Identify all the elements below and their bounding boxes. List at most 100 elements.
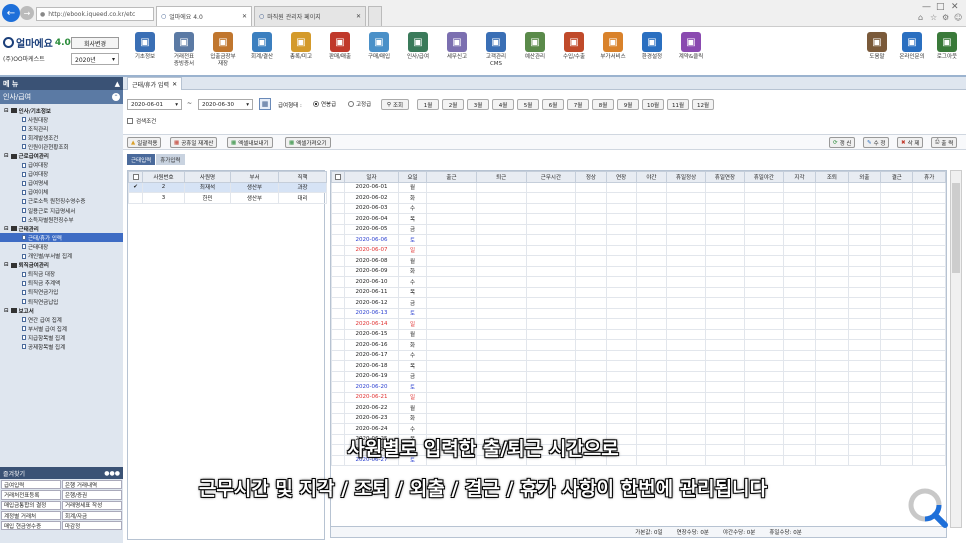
time-cell[interactable] <box>912 297 946 309</box>
time-cell[interactable] <box>880 286 914 298</box>
row-checkbox[interactable] <box>331 181 345 193</box>
time-cell[interactable] <box>475 265 527 277</box>
time-cell[interactable] <box>912 370 946 382</box>
time-cell[interactable] <box>575 433 607 445</box>
time-cell[interactable] <box>743 223 784 235</box>
checkbox-icon[interactable] <box>334 173 341 180</box>
scrollbar-thumb[interactable] <box>952 183 960 273</box>
toolbar-button-12[interactable]: ▣ 부가서비스 <box>594 32 632 74</box>
time-cell[interactable] <box>426 244 477 256</box>
month-button-4[interactable]: 4월 <box>492 99 514 110</box>
time-cell[interactable] <box>815 391 849 403</box>
time-cell[interactable] <box>426 391 477 403</box>
time-cell[interactable] <box>880 412 914 424</box>
forward-icon[interactable]: → <box>20 6 34 20</box>
time-cell[interactable] <box>426 423 477 435</box>
time-cell[interactable] <box>635 223 668 235</box>
time-cell[interactable] <box>525 381 577 393</box>
table-row[interactable]: 3 한민 생산부 대리 <box>128 192 327 204</box>
time-cell[interactable] <box>704 265 745 277</box>
time-cell[interactable] <box>635 202 668 214</box>
time-cell[interactable] <box>475 286 527 298</box>
time-cell[interactable] <box>782 234 817 246</box>
time-cell[interactable] <box>525 412 577 424</box>
time-cell[interactable] <box>475 412 527 424</box>
time-cell[interactable] <box>815 412 849 424</box>
time-cell[interactable] <box>426 360 477 372</box>
time-cell[interactable] <box>635 192 668 204</box>
time-cell[interactable] <box>847 276 882 288</box>
favorites-controls-icon[interactable]: ●●● <box>104 470 120 477</box>
column-header[interactable]: 휴일야간 <box>743 171 784 183</box>
menu-item[interactable]: 조직관리 <box>0 124 123 133</box>
row-checkbox[interactable] <box>331 265 345 277</box>
smiley-icon[interactable]: ☺ <box>954 13 962 22</box>
time-cell[interactable] <box>743 297 784 309</box>
column-header[interactable]: 정상 <box>575 171 607 183</box>
time-cell[interactable] <box>575 276 607 288</box>
time-cell[interactable] <box>666 391 706 403</box>
time-cell[interactable] <box>475 391 527 403</box>
calendar-dropdown-icon[interactable]: ▾ <box>246 102 249 108</box>
time-cell[interactable] <box>635 349 668 361</box>
table-row[interactable]: 2020-06-07 일 <box>331 244 946 256</box>
row-checkbox[interactable] <box>331 360 345 372</box>
time-cell[interactable] <box>782 391 817 403</box>
time-cell[interactable] <box>575 328 607 340</box>
time-cell[interactable] <box>635 234 668 246</box>
time-cell[interactable] <box>605 223 637 235</box>
table-row[interactable]: 2020-06-18 목 <box>331 360 946 372</box>
time-cell[interactable] <box>635 307 668 319</box>
time-cell[interactable] <box>704 181 745 193</box>
table-row[interactable]: 2020-06-24 수 <box>331 423 946 435</box>
time-cell[interactable] <box>525 276 577 288</box>
time-cell[interactable] <box>525 444 577 456</box>
time-cell[interactable] <box>880 402 914 414</box>
time-cell[interactable] <box>575 391 607 403</box>
time-cell[interactable] <box>743 234 784 246</box>
column-header[interactable]: 일자 <box>343 171 400 183</box>
time-cell[interactable] <box>575 223 607 235</box>
time-cell[interactable] <box>575 286 607 298</box>
table-row[interactable]: 2020-06-05 금 <box>331 223 946 235</box>
time-cell[interactable] <box>782 202 817 214</box>
time-cell[interactable] <box>815 433 849 445</box>
close-icon[interactable]: ✕ <box>356 13 361 20</box>
calendar-dropdown-icon[interactable]: ▾ <box>175 102 178 108</box>
time-cell[interactable] <box>880 265 914 277</box>
toolbar-right-button-1[interactable]: ▣ 온라인문의 <box>893 32 931 74</box>
time-cell[interactable] <box>815 444 849 456</box>
time-cell[interactable] <box>782 444 817 456</box>
time-cell[interactable] <box>847 339 882 351</box>
time-cell[interactable] <box>575 381 607 393</box>
month-button-8[interactable]: 8월 <box>592 99 614 110</box>
import-excel-button[interactable]: ▦ 엑셀가져오기 <box>285 137 331 148</box>
toolbar-button-14[interactable]: ▣ 계약&클릭 <box>672 32 710 74</box>
time-cell[interactable] <box>575 339 607 351</box>
time-cell[interactable] <box>912 454 946 466</box>
time-cell[interactable] <box>525 192 577 204</box>
tab-attendance[interactable]: 근태/휴가 입력 ✕ <box>127 77 183 90</box>
row-checkbox[interactable] <box>331 286 345 298</box>
time-cell[interactable] <box>782 402 817 414</box>
close-window-icon[interactable]: ✕ <box>951 2 959 12</box>
time-cell[interactable] <box>782 276 817 288</box>
time-cell[interactable] <box>743 202 784 214</box>
menu-folder[interactable]: ⊟ 인사/기초정보 <box>0 106 123 115</box>
time-cell[interactable] <box>575 423 607 435</box>
time-cell[interactable] <box>666 328 706 340</box>
time-cell[interactable] <box>815 181 849 193</box>
time-cell[interactable] <box>912 265 946 277</box>
time-cell[interactable] <box>704 412 745 424</box>
menu-item[interactable]: 퇴직연금납입 <box>0 297 123 306</box>
new-tab-button[interactable] <box>368 6 382 26</box>
toolbar-button-0[interactable]: ▣ 기초정보 <box>126 32 164 74</box>
time-cell[interactable] <box>666 192 706 204</box>
tab-leave-input[interactable]: 휴가입력 <box>156 154 185 165</box>
favorite-item[interactable]: 회계/자금 <box>62 510 122 521</box>
time-cell[interactable] <box>743 181 784 193</box>
toolbar-button-6[interactable]: ▣ 구매/매입 <box>360 32 398 74</box>
time-cell[interactable] <box>704 349 745 361</box>
collapse-icon[interactable]: ⌃ <box>112 93 120 101</box>
time-cell[interactable] <box>605 255 637 267</box>
